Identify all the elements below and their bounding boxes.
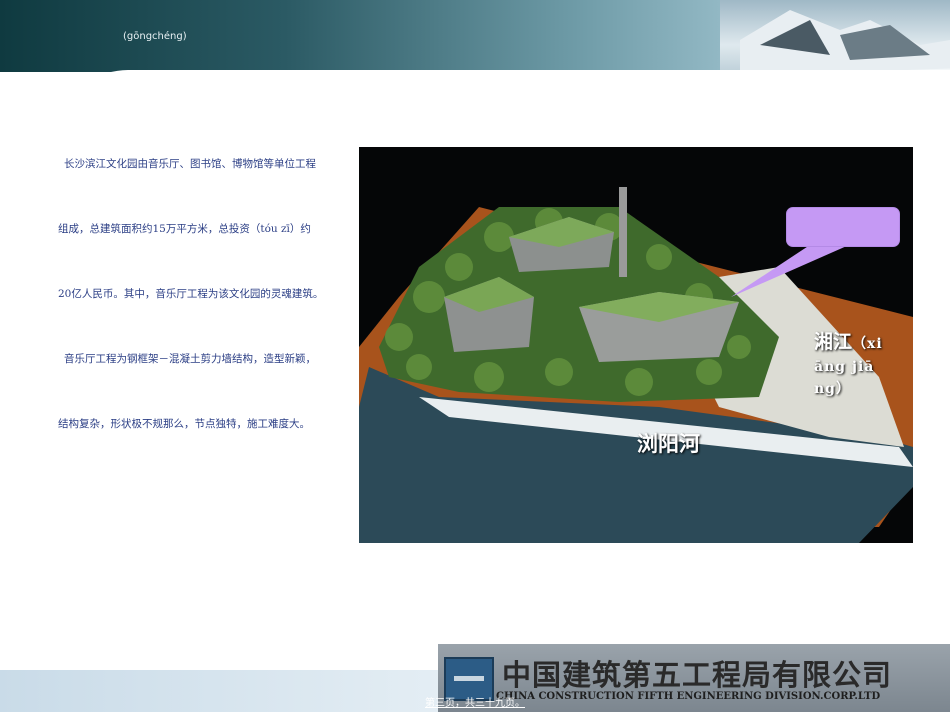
label-liuyanghe: 浏阳河 (637, 431, 700, 456)
label-xiangjiang-pinyin: ng） (814, 381, 851, 397)
label-xiangjiang-pinyin: āng jiā (814, 359, 875, 375)
description-text: 长沙滨江文化园由音乐厅、图书馆、博物馆等单位工程 组成，总建筑面积约15万平方米… (58, 156, 348, 481)
text-line: 音乐厅工程为钢框架－混凝土剪力墙结构，造型新颖， (64, 353, 316, 365)
label-xiangjiang-pinyin: （xi (852, 336, 883, 352)
text-line: 20亿人民币。其中，音乐厅工程为该文化园的灵魂建筑。 (58, 288, 324, 300)
callout-bubble (786, 207, 900, 247)
slide: (gōngchéng) 长沙滨江文化园由音乐厅、图书馆、博物馆等单位工程 组成，… (0, 0, 950, 712)
label-xiangjiang: 湘江（xi āng jiā ng） (814, 327, 913, 398)
header-title: (gōngchéng) (123, 31, 187, 42)
text-line: 结构复杂，形状极不规那么，节点独特，施工难度大。 (58, 418, 310, 430)
architectural-model-photo: 湘江（xi āng jiā ng） 浏阳河 (359, 147, 913, 543)
header-band: (gōngchéng) (0, 0, 950, 100)
logo-company-name-en: CHINA CONSTRUCTION FIFTH ENGINEERING DIV… (496, 691, 881, 702)
page-number: 第三页，共三十九页。 (425, 698, 525, 709)
label-xiangjiang-name: 湘江 (814, 331, 853, 353)
text-line: 长沙滨江文化园由音乐厅、图书馆、博物馆等单位工程 (64, 158, 316, 170)
logo-company-name-cn: 中国建筑第五工程局有限公司 (502, 658, 893, 692)
text-line: 组成，总建筑面积约15万平方米，总投资（tóu zī）约 (58, 223, 311, 235)
